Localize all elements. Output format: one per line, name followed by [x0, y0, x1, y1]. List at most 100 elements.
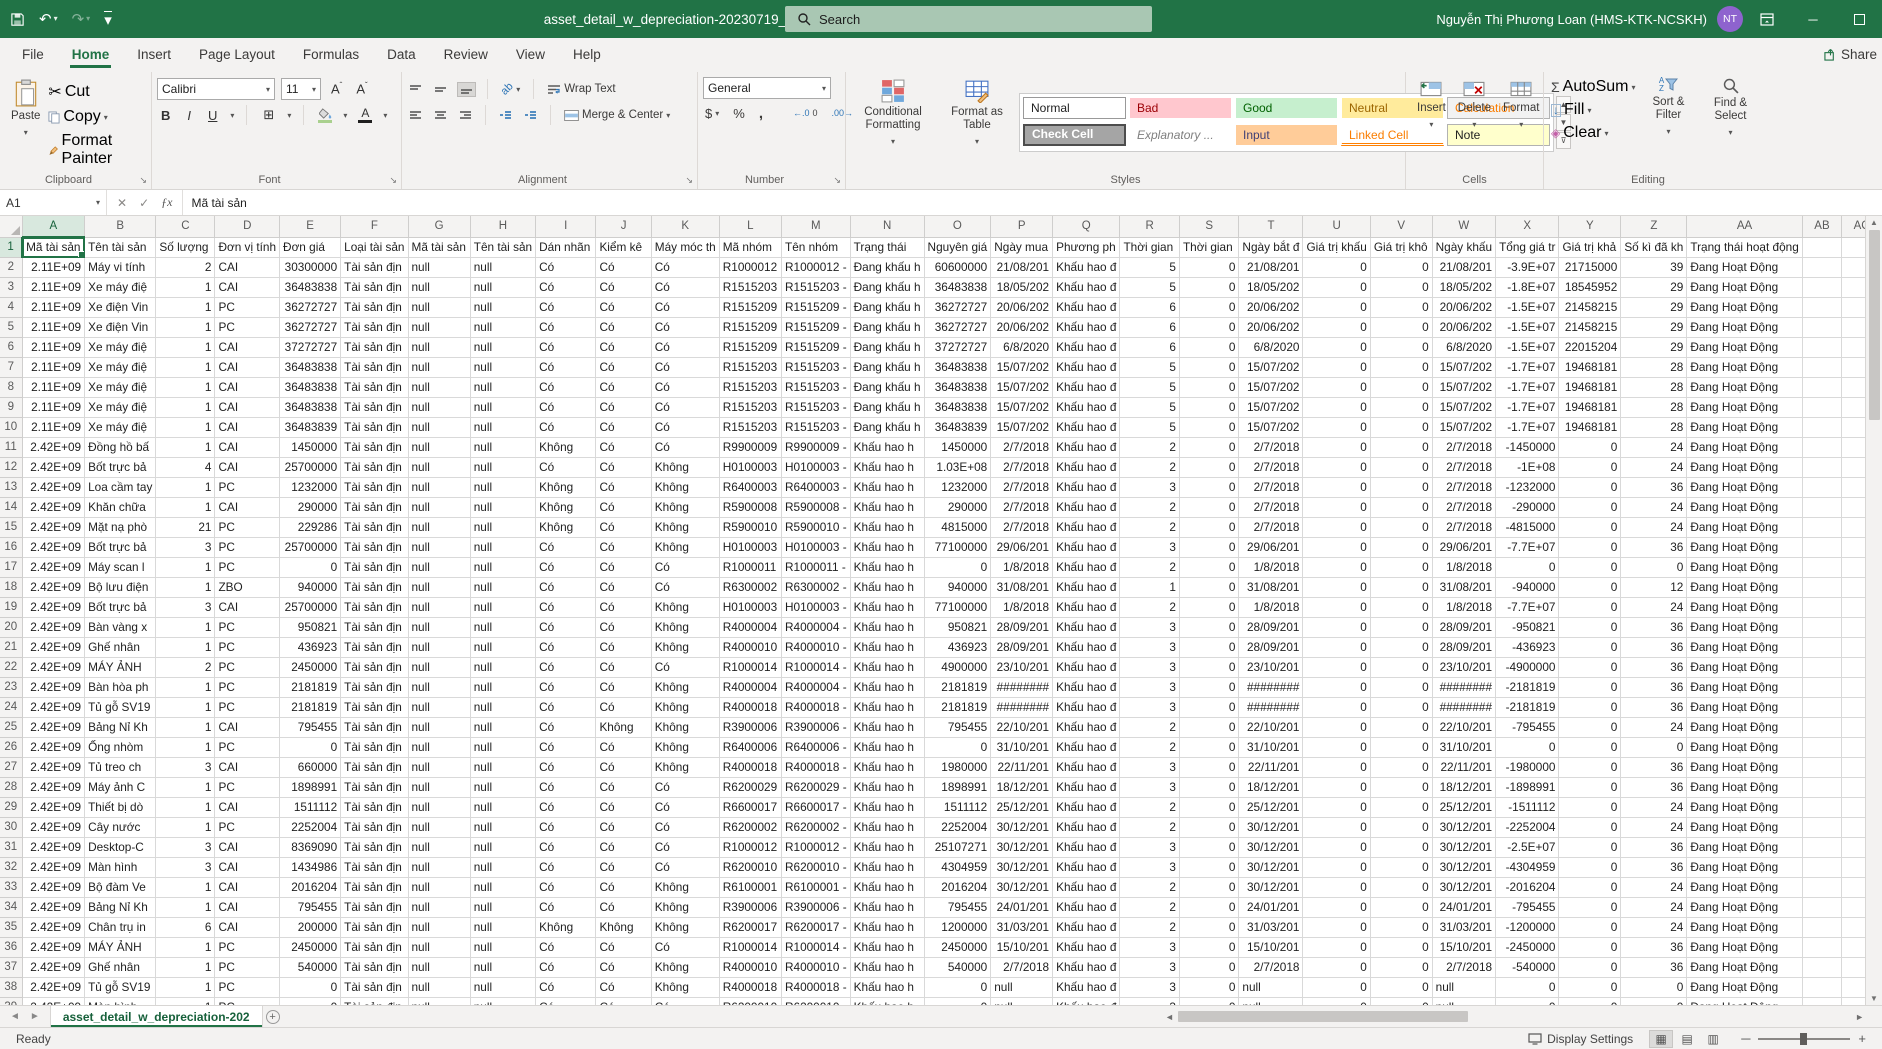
col-header-G[interactable]: G — [408, 216, 470, 237]
cell-U39[interactable]: 0 — [1303, 998, 1370, 1006]
cell-AB27[interactable] — [1802, 758, 1841, 778]
cell-P16[interactable]: 29/06/201 — [991, 538, 1053, 558]
cell-B38[interactable]: Tủ gỗ SV19 — [85, 978, 156, 998]
cell-T7[interactable]: 15/07/202 — [1239, 358, 1303, 378]
cell-V8[interactable]: 0 — [1370, 378, 1432, 398]
cell-B36[interactable]: MÁY ẢNH — [85, 938, 156, 958]
cell-M26[interactable]: R6400006 - — [781, 738, 850, 758]
cell-V5[interactable]: 0 — [1370, 318, 1432, 338]
cell-C27[interactable]: 3 — [156, 758, 215, 778]
cell-L14[interactable]: R5900008 — [719, 498, 781, 518]
cell-L5[interactable]: R1515209 — [719, 318, 781, 338]
fill-color-button[interactable] — [316, 108, 334, 123]
cell-R24[interactable]: 3 — [1120, 698, 1179, 718]
cell-B39[interactable]: Màn hình — [85, 998, 156, 1006]
insert-dropdown-icon[interactable]: ▾ — [1429, 118, 1433, 131]
cell-AB37[interactable] — [1802, 958, 1841, 978]
cell-F1[interactable]: Loại tài sản — [341, 237, 408, 258]
cell-K11[interactable]: Có — [651, 438, 719, 458]
tab-home[interactable]: Home — [58, 38, 124, 70]
cell-I28[interactable]: Có — [536, 778, 596, 798]
cell-C39[interactable]: 1 — [156, 998, 215, 1006]
cell-B24[interactable]: Tủ gỗ SV19 — [85, 698, 156, 718]
cell-Z23[interactable]: 36 — [1621, 678, 1687, 698]
cell-A3[interactable]: 2.11E+09 — [22, 278, 85, 298]
cell-H10[interactable]: null — [470, 418, 535, 438]
cell-AA19[interactable]: Đang Hoạt Động — [1687, 598, 1802, 618]
cell-C7[interactable]: 1 — [156, 358, 215, 378]
cell-Z3[interactable]: 29 — [1621, 278, 1687, 298]
cell-W28[interactable]: 18/12/201 — [1432, 778, 1495, 798]
cell-A20[interactable]: 2.42E+09 — [22, 618, 85, 638]
cell-K19[interactable]: Không — [651, 598, 719, 618]
cell-E34[interactable]: 795455 — [280, 898, 341, 918]
cell-P32[interactable]: 30/12/201 — [991, 858, 1053, 878]
row-header-5[interactable]: 5 — [0, 318, 22, 338]
cell-V36[interactable]: 0 — [1370, 938, 1432, 958]
cell-V28[interactable]: 0 — [1370, 778, 1432, 798]
cell-B2[interactable]: Máy vi tính — [85, 258, 156, 278]
cell-R22[interactable]: 3 — [1120, 658, 1179, 678]
cell-K15[interactable]: Không — [651, 518, 719, 538]
cell-U38[interactable]: 0 — [1303, 978, 1370, 998]
accounting-format-button[interactable]: $▾ — [703, 105, 721, 122]
cell-C24[interactable]: 1 — [156, 698, 215, 718]
cell-AB35[interactable] — [1802, 918, 1841, 938]
cell-Q24[interactable]: Khấu hao đ — [1053, 698, 1120, 718]
cell-W4[interactable]: 20/06/202 — [1432, 298, 1495, 318]
cell-L36[interactable]: R1000014 — [719, 938, 781, 958]
cell-U26[interactable]: 0 — [1303, 738, 1370, 758]
cell-I8[interactable]: Có — [536, 378, 596, 398]
cell-Y30[interactable]: 0 — [1559, 818, 1621, 838]
cell-E28[interactable]: 1898991 — [280, 778, 341, 798]
cell-N39[interactable]: Khấu hao h — [850, 998, 924, 1006]
cell-R27[interactable]: 3 — [1120, 758, 1179, 778]
cell-M14[interactable]: R5900008 - — [781, 498, 850, 518]
cell-E37[interactable]: 540000 — [280, 958, 341, 978]
cell-X14[interactable]: -290000 — [1496, 498, 1559, 518]
align-left-button[interactable] — [407, 109, 424, 122]
font-size-combo[interactable]: 11▾ — [281, 78, 321, 100]
cell-D28[interactable]: PC — [215, 778, 280, 798]
cell-F24[interactable]: Tài sản địn — [341, 698, 408, 718]
cell-S26[interactable]: 0 — [1179, 738, 1238, 758]
cell-I3[interactable]: Có — [536, 278, 596, 298]
cell-R30[interactable]: 2 — [1120, 818, 1179, 838]
cell-T10[interactable]: 15/07/202 — [1239, 418, 1303, 438]
cell-A4[interactable]: 2.11E+09 — [22, 298, 85, 318]
cell-D21[interactable]: PC — [215, 638, 280, 658]
col-header-U[interactable]: U — [1303, 216, 1370, 237]
cell-J19[interactable]: Có — [596, 598, 651, 618]
cell-Z10[interactable]: 28 — [1621, 418, 1687, 438]
cell-P31[interactable]: 30/12/201 — [991, 838, 1053, 858]
cell-V1[interactable]: Giá trị khô — [1370, 237, 1432, 258]
cell-U32[interactable]: 0 — [1303, 858, 1370, 878]
cell-Z1[interactable]: Số kì đã kh — [1621, 237, 1687, 258]
cell-O2[interactable]: 60600000 — [924, 258, 991, 278]
cell-I12[interactable]: Có — [536, 458, 596, 478]
cell-H5[interactable]: null — [470, 318, 535, 338]
cell-D10[interactable]: CAI — [215, 418, 280, 438]
sort-filter-dropdown-icon[interactable]: ▾ — [1666, 125, 1670, 138]
cell-G21[interactable]: null — [408, 638, 470, 658]
cell-E26[interactable]: 0 — [280, 738, 341, 758]
cell-R14[interactable]: 2 — [1120, 498, 1179, 518]
col-header-F[interactable]: F — [341, 216, 408, 237]
cell-AB29[interactable] — [1802, 798, 1841, 818]
cell-D25[interactable]: CAI — [215, 718, 280, 738]
cell-J27[interactable]: Có — [596, 758, 651, 778]
cell-M18[interactable]: R6300002 - — [781, 578, 850, 598]
cell-D37[interactable]: PC — [215, 958, 280, 978]
cell-K2[interactable]: Có — [651, 258, 719, 278]
cell-T37[interactable]: 2/7/2018 — [1239, 958, 1303, 978]
cell-B27[interactable]: Tủ treo ch — [85, 758, 156, 778]
cell-J6[interactable]: Có — [596, 338, 651, 358]
cell-H24[interactable]: null — [470, 698, 535, 718]
cell-Y13[interactable]: 0 — [1559, 478, 1621, 498]
cell-A28[interactable]: 2.42E+09 — [22, 778, 85, 798]
cell-T29[interactable]: 25/12/201 — [1239, 798, 1303, 818]
cell-A10[interactable]: 2.11E+09 — [22, 418, 85, 438]
cell-U1[interactable]: Giá trị khấu — [1303, 237, 1370, 258]
cell-M7[interactable]: R1515203 - — [781, 358, 850, 378]
cell-S24[interactable]: 0 — [1179, 698, 1238, 718]
